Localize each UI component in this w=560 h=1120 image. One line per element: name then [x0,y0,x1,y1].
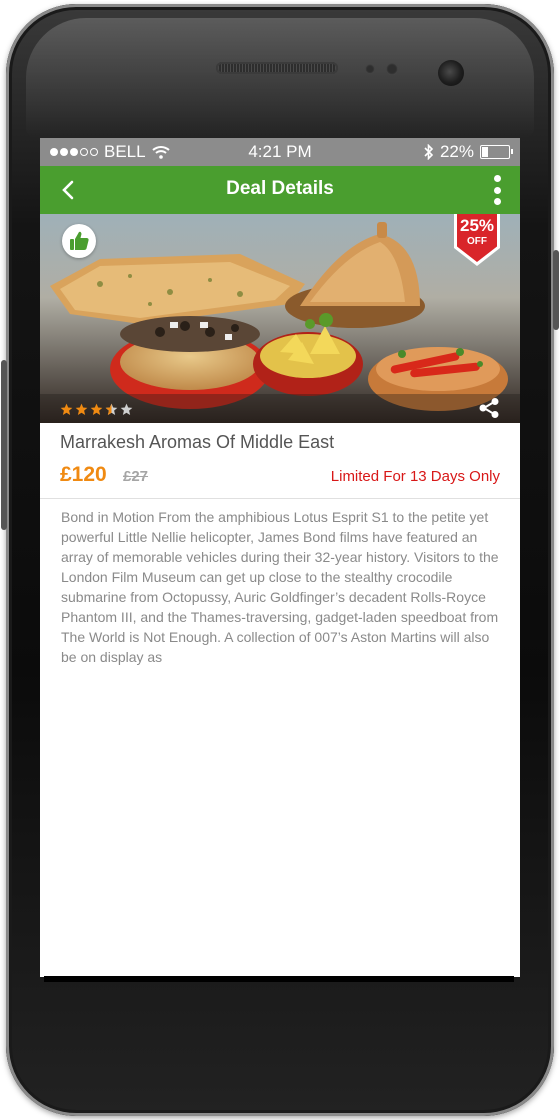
deal-title: Marrakesh Aromas Of Middle East [60,432,335,452]
phone-sensor [365,64,375,74]
phone-speaker [216,62,338,74]
star-icon [75,403,88,416]
rating-stars [60,403,133,416]
price-row: £120 £27 Limited For 13 Days Only [40,454,520,494]
more-vert-icon[interactable] [494,175,502,205]
deal-description: Bond in Motion From the amphibious Lotus… [61,509,499,665]
star-empty-icon [120,403,133,416]
like-button[interactable] [62,224,96,258]
battery-percent: 22% [439,142,474,161]
thumbs-up-icon [70,231,89,250]
bluetooth-icon [424,144,434,160]
deal-image: 25% OFF [40,214,520,423]
limited-offer-text: Limited For 13 Days Only [330,468,500,485]
phone-sensor-2 [386,63,398,75]
phone-side-button-left [1,360,7,530]
star-half-icon [105,403,118,416]
app-bar: Deal Details [40,166,520,214]
discount-percent: 25% [459,216,495,235]
star-icon [90,403,103,416]
screen-bottom-bezel [44,976,514,982]
phone-camera [438,60,464,86]
phone-side-button-right [553,250,559,330]
share-icon[interactable] [478,397,500,419]
app-screen: BELL 4:21 PM 22% Deal Details 25% OFF Ma… [40,138,520,977]
food-illustration [40,214,520,423]
status-bar: BELL 4:21 PM 22% [40,138,520,166]
star-icon [60,403,73,416]
page-title: Deal Details [226,178,334,199]
discount-badge: 25% OFF [454,214,500,266]
original-price: £27 [123,468,149,485]
battery-icon [480,145,513,159]
deal-price: £120 [60,463,107,486]
discount-label: OFF [467,236,487,247]
